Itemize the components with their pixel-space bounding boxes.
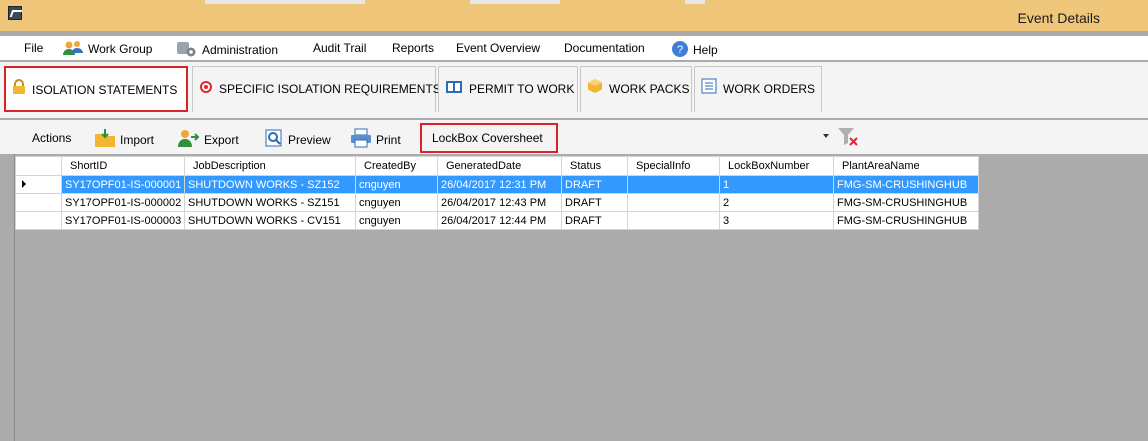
row-header-corner — [15, 156, 62, 176]
export-icon — [176, 128, 200, 154]
tab-label: SPECIFIC ISOLATION REQUIREMENTS — [219, 82, 441, 96]
title-bar: Event Details — [0, 0, 1148, 31]
tab-label: PERMIT TO WORK — [469, 82, 575, 96]
cell-jobdescription[interactable]: SHUTDOWN WORKS - SZ151 — [184, 193, 356, 212]
cell-createdby[interactable]: cnguyen — [355, 193, 438, 212]
export-label: Export — [204, 133, 239, 148]
title-bar-artifact — [470, 0, 560, 4]
cell-status[interactable]: DRAFT — [561, 175, 628, 194]
target-icon — [199, 68, 213, 112]
menu-work-group[interactable]: Work Group — [62, 40, 152, 58]
preview-label: Preview — [288, 133, 331, 148]
lockbox-coversheet-button[interactable]: LockBox Coversheet — [420, 123, 558, 153]
actions-label: Actions — [32, 131, 72, 145]
print-button[interactable]: Print — [350, 128, 401, 148]
svg-text:?: ? — [677, 44, 683, 56]
cell-status[interactable]: DRAFT — [561, 211, 628, 230]
tab-label: WORK PACKS — [609, 82, 690, 96]
tab-isolation-statements[interactable]: ISOLATION STATEMENTS — [4, 66, 188, 112]
menu-help[interactable]: ? Help — [671, 40, 718, 58]
coversheet-select[interactable] — [561, 127, 829, 149]
table-row[interactable]: SY17OPF01-IS-000002 SHUTDOWN WORKS - SZ1… — [15, 193, 979, 212]
column-header-specialinfo[interactable]: SpecialInfo — [627, 156, 720, 176]
admin-gear-icon — [176, 40, 198, 62]
clear-filter-icon[interactable] — [836, 126, 860, 148]
tab-work-packs[interactable]: WORK PACKS — [580, 66, 692, 112]
cell-status[interactable]: DRAFT — [561, 193, 628, 212]
title-bar-artifact — [685, 0, 705, 4]
table-row[interactable]: SY17OPF01-IS-000001 SHUTDOWN WORKS - SZ1… — [15, 175, 979, 194]
grid-area: ShortID JobDescription CreatedBy Generat… — [14, 154, 1148, 441]
cell-specialinfo[interactable] — [627, 193, 720, 212]
menu-administration[interactable]: Administration — [176, 40, 278, 58]
cell-generateddate[interactable]: 26/04/2017 12:43 PM — [437, 193, 562, 212]
tab-work-orders[interactable]: WORK ORDERS — [694, 66, 822, 112]
cell-lockboxnumber[interactable]: 3 — [719, 211, 834, 230]
lock-icon — [12, 69, 26, 113]
cell-lockboxnumber[interactable]: 2 — [719, 193, 834, 212]
cell-generateddate[interactable]: 26/04/2017 12:31 PM — [437, 175, 562, 194]
print-label: Print — [376, 133, 401, 148]
menu-event-overview[interactable]: Event Overview — [456, 40, 540, 58]
current-row-icon — [22, 179, 26, 188]
cell-plantareaname[interactable]: FMG-SM-CRUSHINGHUB — [833, 193, 979, 212]
menu-work-group-label: Work Group — [88, 42, 153, 57]
table-row[interactable]: SY17OPF01-IS-000003 SHUTDOWN WORKS - CV1… — [15, 211, 979, 230]
row-selector[interactable] — [15, 193, 62, 212]
title-bar-artifact — [205, 0, 365, 4]
column-header-createdby[interactable]: CreatedBy — [355, 156, 438, 176]
cell-generateddate[interactable]: 26/04/2017 12:44 PM — [437, 211, 562, 230]
box-icon — [587, 68, 603, 112]
cell-createdby[interactable]: cnguyen — [355, 211, 438, 230]
window-title: Event Details — [1017, 10, 1100, 26]
import-icon — [94, 128, 116, 154]
book-icon — [445, 68, 463, 112]
preview-button[interactable]: Preview — [264, 128, 331, 148]
cell-plantareaname[interactable]: FMG-SM-CRUSHINGHUB — [833, 211, 979, 230]
cell-shortid[interactable]: SY17OPF01-IS-000001 — [61, 175, 185, 194]
menu-administration-label: Administration — [202, 43, 279, 58]
import-button[interactable]: Import — [94, 128, 154, 148]
menu-file[interactable]: File — [24, 40, 43, 58]
column-header-shortid[interactable]: ShortID — [61, 156, 185, 176]
chevron-down-icon[interactable] — [823, 134, 829, 138]
row-selector[interactable] — [15, 175, 62, 194]
printer-icon — [350, 128, 372, 154]
tab-permit-to-work[interactable]: PERMIT TO WORK — [438, 66, 578, 112]
list-icon — [701, 68, 717, 112]
menu-bar: File Work Group Administration Audit Tra… — [0, 36, 1148, 60]
toolbar: Actions Import Export Preview Print Lock… — [0, 120, 1148, 154]
grid-header-row: ShortID JobDescription CreatedBy Generat… — [15, 156, 979, 176]
column-header-generateddate[interactable]: GeneratedDate — [437, 156, 562, 176]
preview-icon — [264, 128, 284, 154]
cell-jobdescription[interactable]: SHUTDOWN WORKS - CV151 — [184, 211, 356, 230]
export-button[interactable]: Export — [176, 128, 239, 148]
menu-audit-trail[interactable]: Audit Trail — [313, 40, 366, 58]
column-header-plantareaname[interactable]: PlantAreaName — [833, 156, 979, 176]
cell-shortid[interactable]: SY17OPF01-IS-000002 — [61, 193, 185, 212]
column-header-status[interactable]: Status — [561, 156, 628, 176]
column-header-lockboxnumber[interactable]: LockBoxNumber — [719, 156, 834, 176]
cell-specialinfo[interactable] — [627, 175, 720, 194]
people-icon — [62, 40, 84, 60]
cell-shortid[interactable]: SY17OPF01-IS-000003 — [61, 211, 185, 230]
tab-label: ISOLATION STATEMENTS — [32, 83, 178, 97]
tab-strip: ISOLATION STATEMENTS SPECIFIC ISOLATION … — [0, 62, 1148, 118]
tab-label: WORK ORDERS — [723, 82, 816, 96]
menu-help-label: Help — [693, 43, 718, 58]
isolation-statements-grid: ShortID JobDescription CreatedBy Generat… — [15, 156, 979, 230]
help-icon: ? — [671, 40, 689, 62]
row-selector[interactable] — [15, 211, 62, 230]
cell-lockboxnumber[interactable]: 1 — [719, 175, 834, 194]
import-label: Import — [120, 133, 155, 148]
menu-documentation[interactable]: Documentation — [564, 40, 645, 58]
cell-jobdescription[interactable]: SHUTDOWN WORKS - SZ152 — [184, 175, 356, 194]
column-header-jobdescription[interactable]: JobDescription — [184, 156, 356, 176]
menu-reports[interactable]: Reports — [392, 40, 434, 58]
tab-specific-isolation-requirements[interactable]: SPECIFIC ISOLATION REQUIREMENTS — [192, 66, 441, 112]
cell-plantareaname[interactable]: FMG-SM-CRUSHINGHUB — [833, 175, 979, 194]
cell-specialinfo[interactable] — [627, 211, 720, 230]
app-icon — [8, 6, 22, 20]
cell-createdby[interactable]: cnguyen — [355, 175, 438, 194]
